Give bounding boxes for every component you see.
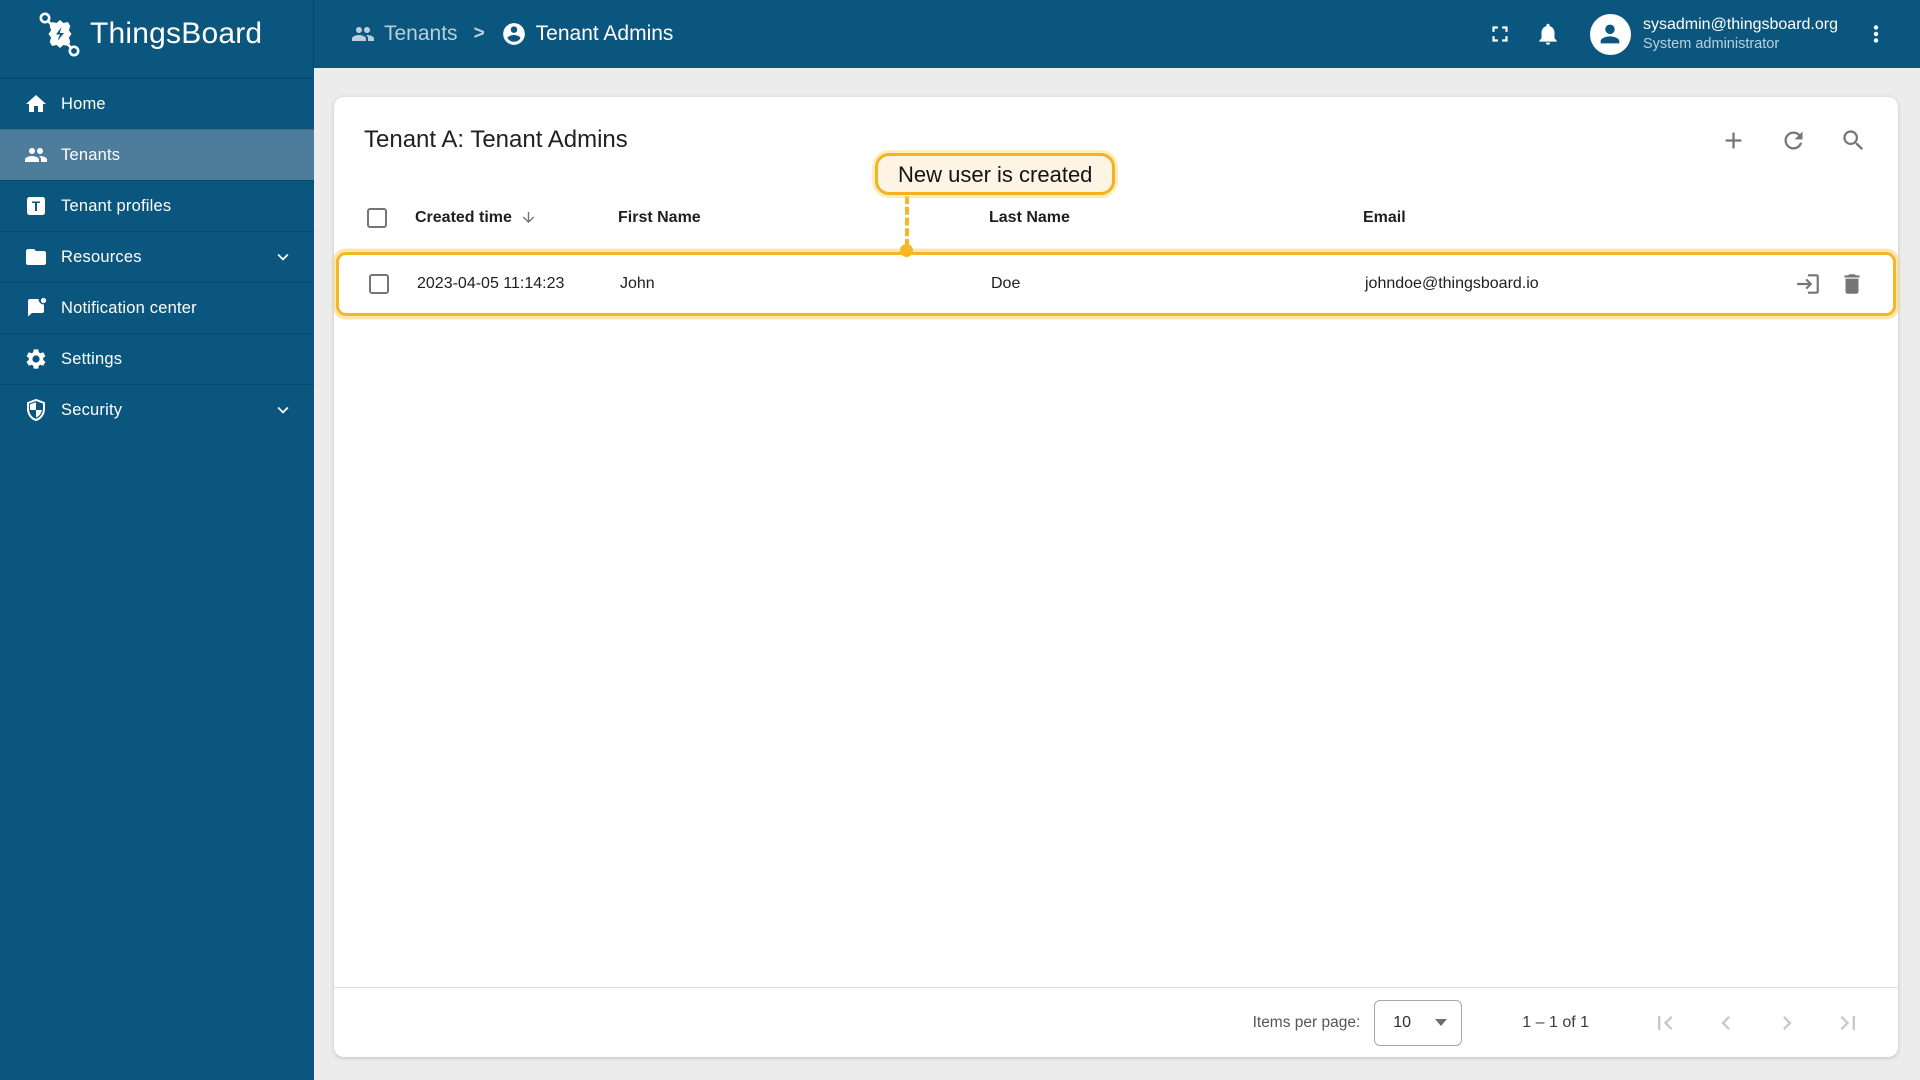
column-header-last-name[interactable]: Last Name: [989, 209, 1363, 227]
sidebar-item-label: Resources: [61, 247, 142, 266]
breadcrumb: Tenants > Tenant Admins: [351, 21, 673, 47]
card-header: Tenant A: Tenant Admins: [334, 97, 1898, 183]
main-content: Tenant A: Tenant Admins Created time Fir…: [314, 68, 1920, 1080]
next-page-button[interactable]: [1773, 1009, 1801, 1037]
page-title: Tenant A: Tenant Admins: [364, 126, 628, 153]
sidebar-item-settings[interactable]: Settings: [0, 333, 314, 384]
items-per-page-label: Items per page:: [1252, 1013, 1361, 1031]
top-header-bar: ThingsBoard Tenants > Tenant Admins sysa…: [0, 0, 1920, 68]
delete-icon[interactable]: [1839, 271, 1865, 297]
chevron-down-icon: [277, 253, 289, 261]
kebab-menu-icon: [1873, 25, 1879, 43]
card-actions: [1713, 120, 1873, 160]
user-menu-button[interactable]: [1852, 10, 1900, 58]
tenant-profile-icon: T: [27, 197, 45, 215]
column-header-email[interactable]: Email: [1363, 209, 1758, 227]
shield-icon: [27, 398, 45, 422]
fullscreen-button[interactable]: [1476, 10, 1524, 58]
breadcrumb-tenant-admins[interactable]: Tenant Admins: [501, 21, 674, 47]
refresh-icon: [1784, 131, 1802, 149]
sidebar-item-home[interactable]: Home: [0, 78, 314, 129]
search-icon: [1842, 129, 1863, 150]
add-icon: [1725, 132, 1741, 148]
tenants-icon: [352, 27, 374, 41]
table-row[interactable]: 2023-04-05 11:14:23 John Doe johndoe@thi…: [336, 252, 1896, 316]
breadcrumb-tenant-admins-label: Tenant Admins: [535, 22, 674, 45]
breadcrumb-tenants-label: Tenants: [384, 22, 458, 45]
sidebar-item-tenants[interactable]: Tenants: [0, 129, 314, 180]
sidebar-item-tenant-profiles[interactable]: T Tenant profiles: [0, 180, 314, 231]
cell-email: johndoe@thingsboard.io: [1365, 275, 1539, 292]
select-all-checkbox[interactable]: [367, 207, 387, 228]
annotation-tooltip: New user is created: [875, 153, 1116, 195]
logo[interactable]: ThingsBoard: [0, 0, 314, 68]
sidebar-item-label: Security: [61, 400, 123, 419]
select-caret-icon: [1435, 1019, 1448, 1026]
first-page-button[interactable]: [1651, 1009, 1679, 1037]
sidebar-item-label: Tenants: [61, 145, 121, 164]
sidebar: Home Tenants T Tenant profiles Resources…: [0, 68, 314, 1080]
sidebar-item-resources[interactable]: Resources: [0, 231, 314, 282]
breadcrumb-tenants[interactable]: Tenants: [351, 22, 458, 46]
row-checkbox[interactable]: [369, 274, 389, 294]
next-page-icon: [1783, 1015, 1792, 1030]
person-icon: [1601, 24, 1620, 44]
folder-icon: [26, 249, 46, 265]
annotation-connector-line: [905, 196, 909, 247]
tenant-admins-card: Tenant A: Tenant Admins Created time Fir…: [334, 97, 1898, 1057]
pagination-controls: [1651, 1009, 1862, 1037]
bell-icon: [1539, 23, 1557, 45]
last-page-button[interactable]: [1834, 1009, 1862, 1037]
items-per-page-select[interactable]: 10: [1374, 999, 1463, 1046]
column-header-created-time[interactable]: Created time: [415, 209, 512, 227]
svg-text:T: T: [32, 199, 41, 214]
tenants-icon: [25, 148, 47, 162]
annotation-connector-dot: [900, 244, 913, 257]
prev-page-icon: [1721, 1015, 1730, 1030]
breadcrumb-separator: >: [473, 23, 485, 44]
search-button[interactable]: [1833, 120, 1873, 160]
last-page-icon: [1840, 1015, 1855, 1030]
user-info: sysadmin@thingsboard.org System administ…: [1643, 15, 1838, 53]
pagination-bar: Items per page: 10 1 – 1 of 1: [334, 987, 1898, 1057]
refresh-button[interactable]: [1773, 120, 1813, 160]
items-per-page-value: 10: [1393, 1013, 1412, 1031]
cell-created-time: 2023-04-05 11:14:23: [417, 275, 565, 292]
chevron-down-icon: [277, 406, 289, 414]
add-user-button[interactable]: [1713, 120, 1753, 160]
sidebar-item-label: Tenant profiles: [61, 196, 172, 215]
sidebar-item-label: Notification center: [61, 298, 197, 317]
login-as-user-icon[interactable]: [1795, 271, 1821, 297]
sidebar-item-label: Settings: [61, 349, 123, 368]
user-role: System administrator: [1642, 35, 1780, 52]
prev-page-button[interactable]: [1712, 1009, 1740, 1037]
table-header-row: Created time First Name Last Name Email: [334, 183, 1898, 252]
logo-text: ThingsBoard: [90, 17, 263, 50]
notifications-button[interactable]: [1524, 10, 1572, 58]
cell-first-name: John: [620, 275, 655, 292]
account-circle-icon: [502, 23, 525, 45]
topbar-actions: sysadmin@thingsboard.org System administ…: [1476, 10, 1920, 58]
pagination-range: 1 – 1 of 1: [1522, 1013, 1589, 1031]
sidebar-item-notification-center[interactable]: Notification center: [0, 282, 314, 333]
user-email: sysadmin@thingsboard.org: [1642, 15, 1838, 33]
sidebar-item-label: Home: [61, 94, 106, 113]
first-page-icon: [1658, 1015, 1673, 1030]
thingsboard-logo-icon: [39, 12, 80, 57]
cell-last-name: Doe: [991, 275, 1021, 292]
column-header-first-name[interactable]: First Name: [618, 209, 989, 227]
sort-desc-icon[interactable]: [520, 209, 537, 226]
notification-icon: [28, 297, 47, 317]
user-avatar[interactable]: [1589, 13, 1631, 55]
gear-icon: [26, 349, 46, 369]
fullscreen-icon: [1492, 26, 1508, 42]
sidebar-item-security[interactable]: Security: [0, 384, 314, 435]
home-icon: [26, 95, 46, 112]
